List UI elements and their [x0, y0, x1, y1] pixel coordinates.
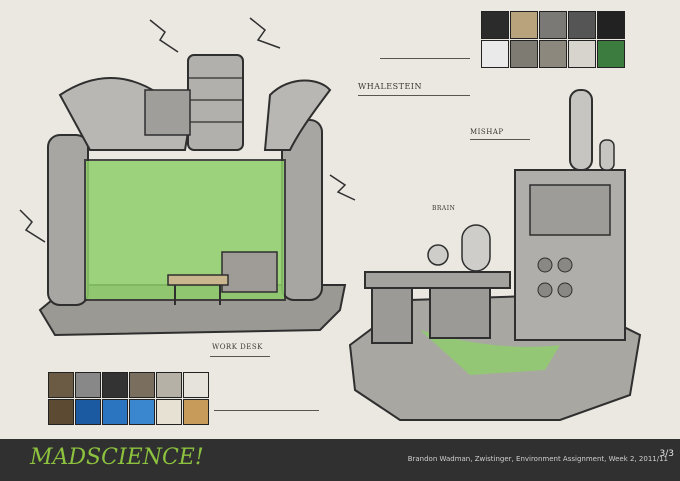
artist-credit: Brandon Wadman, Zwistinger, Environment …: [407, 455, 668, 463]
reference-image: [597, 11, 625, 39]
top-rule: [380, 58, 470, 59]
work-desk-rule: [210, 356, 270, 357]
reference-image: [568, 40, 596, 68]
page-number: 3/3: [659, 449, 674, 459]
reference-image: [156, 372, 182, 398]
reference-image: [183, 399, 209, 425]
reference-image: [156, 399, 182, 425]
reference-image: [102, 372, 128, 398]
reference-image: [102, 399, 128, 425]
mishap-label: MISHAP: [470, 128, 504, 136]
reference-image: [481, 11, 509, 39]
reference-image: [48, 372, 74, 398]
reference-image: [75, 372, 101, 398]
reference-image: [510, 11, 538, 39]
reference-image: [510, 40, 538, 68]
reference-image: [539, 40, 567, 68]
reference-image: [48, 399, 74, 425]
reference-image: [129, 372, 155, 398]
madscience-logo: MADSCIENCE!: [30, 445, 204, 470]
work-desk-label: WORK DESK: [212, 343, 263, 351]
reference-thumbnails-bottom: [48, 372, 209, 425]
footer-bar: MADSCIENCE! Brandon Wadman, Zwistinger, …: [0, 439, 680, 481]
reference-image: [129, 399, 155, 425]
reference-image: [183, 372, 209, 398]
mishap-rule: [470, 139, 530, 140]
brain-label: BRAIN: [432, 205, 456, 212]
concept-art-sheet: WHALESTEIN MISHAP BRAIN WORK DESK MADSCI…: [0, 0, 680, 481]
whalestein-label: WHALESTEIN: [358, 82, 422, 91]
reference-image: [539, 11, 567, 39]
whalestein-rule: [358, 95, 470, 96]
reference-thumbnails-top: [481, 11, 625, 68]
reference-image: [481, 40, 509, 68]
reference-image: [75, 399, 101, 425]
bottom-rule: [214, 410, 319, 411]
reference-image: [568, 11, 596, 39]
reference-image: [597, 40, 625, 68]
